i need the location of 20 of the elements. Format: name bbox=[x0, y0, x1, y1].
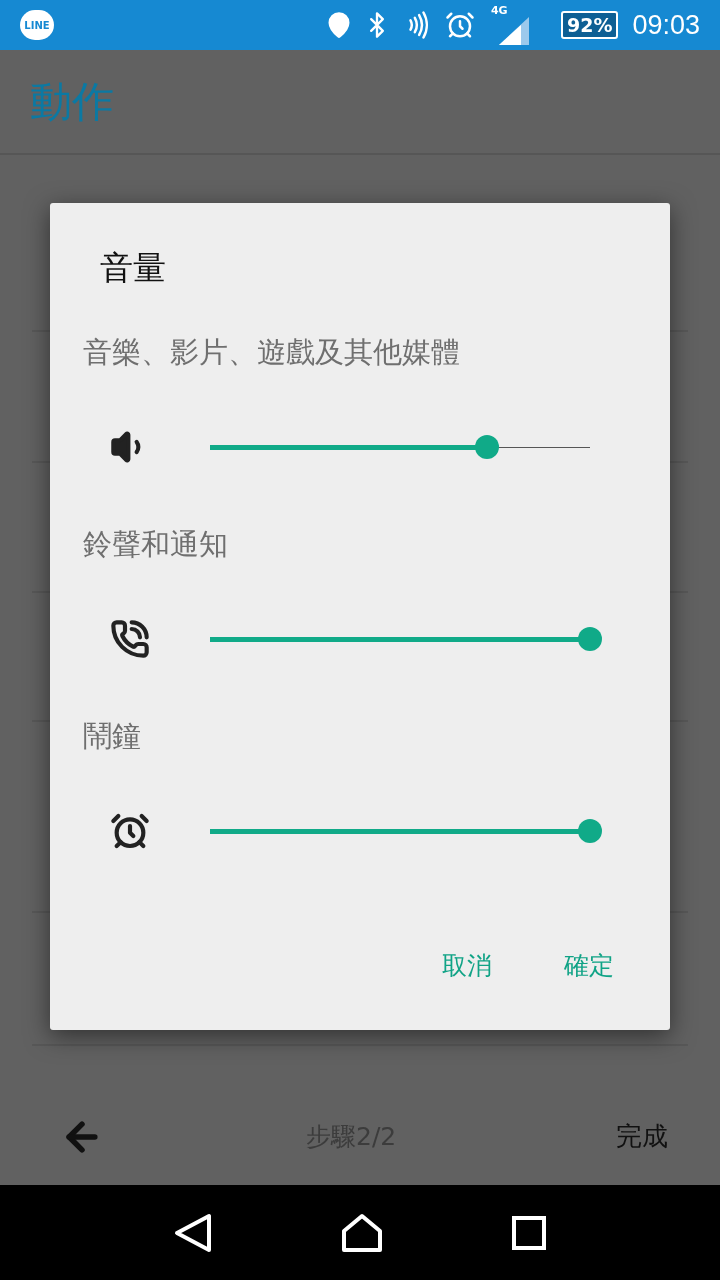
battery-icon: 92% bbox=[560, 11, 619, 39]
dialog-title: 音量 bbox=[100, 248, 167, 288]
page-title: 動作 bbox=[30, 76, 114, 128]
confirm-button[interactable]: 確定 bbox=[558, 941, 620, 991]
volume-label: 音樂、影片、遊戲及其他媒體 bbox=[83, 334, 461, 371]
cancel-button[interactable]: 取消 bbox=[436, 941, 498, 991]
volume-label: 鬧鐘 bbox=[83, 718, 142, 755]
volume-label: 鈴聲和通知 bbox=[83, 526, 229, 563]
alarm-icon bbox=[444, 10, 475, 40]
chat-app-icon: LINE bbox=[20, 10, 54, 40]
done-button[interactable]: 完成 bbox=[616, 1117, 668, 1156]
phone-icon bbox=[110, 619, 150, 659]
slider-thumb[interactable] bbox=[578, 818, 602, 843]
alarm-clock-icon bbox=[110, 811, 150, 851]
slider-thumb[interactable] bbox=[475, 434, 500, 459]
home-icon[interactable] bbox=[341, 1212, 383, 1253]
back-icon[interactable] bbox=[174, 1212, 213, 1253]
slider-thumb[interactable] bbox=[578, 626, 602, 651]
clock-time: 09:03 bbox=[632, 8, 700, 42]
recents-icon[interactable] bbox=[511, 1215, 546, 1250]
